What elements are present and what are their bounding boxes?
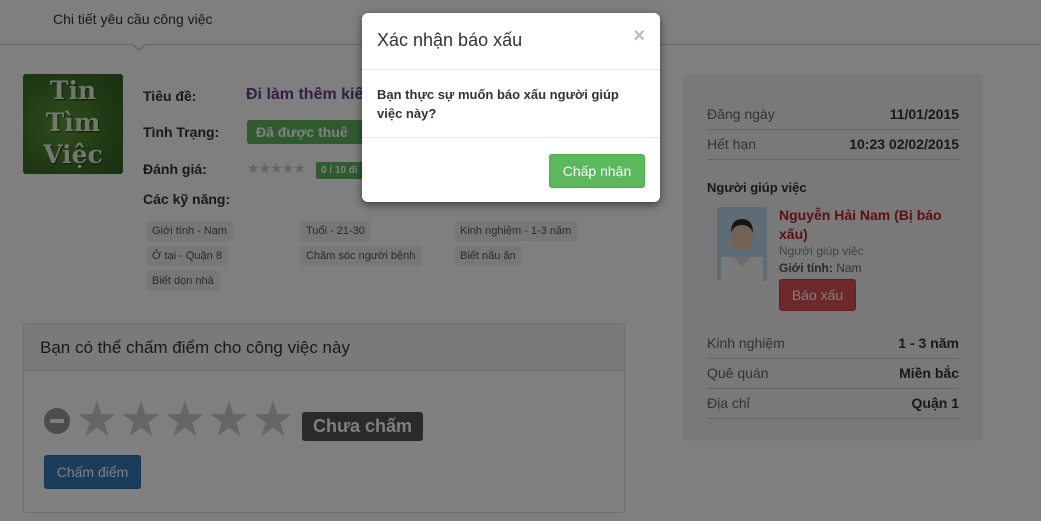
close-icon[interactable]: × — [633, 25, 645, 48]
dialog-title: Xác nhận báo xấu — [377, 30, 523, 50]
page: Chi tiết yêu cầu công việc Tin Tìm Việc … — [0, 0, 1041, 521]
report-confirm-dialog: Xác nhận báo xấu × Bạn thực sự muốn báo … — [362, 13, 660, 202]
dialog-message: Bạn thực sự muốn báo xấu người giúp việc… — [377, 87, 619, 121]
dialog-footer: Chấp nhận — [362, 137, 660, 203]
confirm-button[interactable]: Chấp nhận — [549, 154, 645, 188]
dialog-header: Xác nhận báo xấu × — [362, 13, 660, 70]
